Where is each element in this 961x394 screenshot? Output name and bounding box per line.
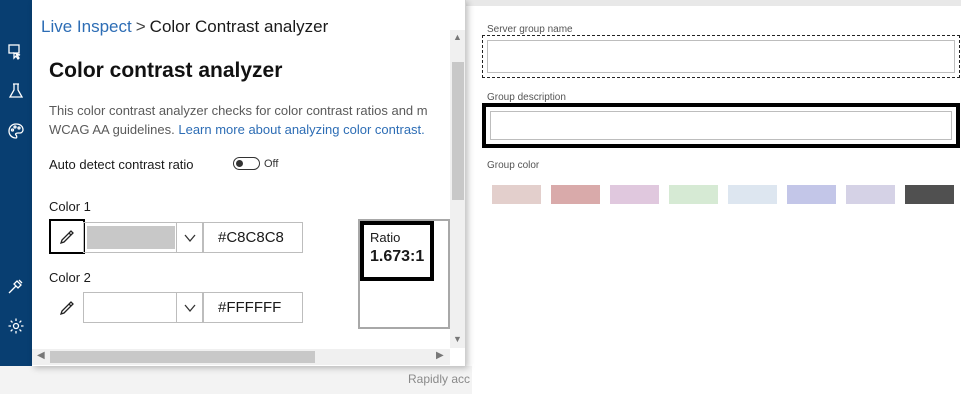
auto-detect-toggle[interactable] [233,157,260,170]
color1-label: Color 1 [49,199,91,214]
color2-preview [87,296,175,319]
background-top-strip [466,0,961,6]
ratio-label: Ratio [370,230,401,245]
server-group-name-label: Server group name [487,24,573,35]
learn-more-link[interactable]: Learn more about analyzing color contras… [178,122,424,137]
ratio-value: 1.673:1 [370,248,425,265]
color-swatch[interactable] [728,185,777,204]
description-text: This color contrast analyzer checks for … [49,101,449,139]
page-title: Color contrast analyzer [49,59,283,82]
icon-rail [0,0,32,366]
connect-plug-icon[interactable] [0,272,32,300]
color-swatch[interactable] [492,185,541,204]
live-inspect-icon[interactable] [0,38,32,66]
breadcrumb: Live Inspect > Color Contrast analyzer [41,17,328,37]
color1-hex-input[interactable]: #C8C8C8 [203,222,303,253]
horizontal-scrollbar[interactable]: ◀ ▶ [32,349,450,365]
eyedropper-icon [59,300,74,315]
description-line-1: This color contrast analyzer checks for … [49,103,428,118]
auto-detect-label: Auto detect contrast ratio [49,157,194,172]
color-swatch[interactable] [669,185,718,204]
group-color-label: Group color [487,160,540,171]
group-color-swatches [492,185,954,204]
color-swatch[interactable] [551,185,600,204]
chevron-down-icon [176,223,202,252]
color2-eyedropper-button[interactable] [49,290,85,325]
scroll-right-icon[interactable]: ▶ [436,350,444,361]
description-line-2: WCAG AA guidelines. Learn more about ana… [49,122,425,137]
color2-hex-input[interactable]: #FFFFFF [203,292,303,323]
color-swatch[interactable] [846,185,895,204]
breadcrumb-live-inspect-link[interactable]: Live Inspect [41,17,132,36]
scroll-up-icon[interactable]: ▲ [453,32,462,42]
color1-eyedropper-button[interactable] [49,219,85,254]
group-description-label: Group description [487,92,566,103]
vertical-scrollbar[interactable]: ▲ ▼ [450,30,465,348]
ratio-display: Ratio 1.673:1 [360,221,434,281]
toggle-knob [236,160,243,167]
color1-dropdown[interactable] [83,222,203,253]
color2-label: Color 2 [49,270,91,285]
background-bottom-area [0,366,472,394]
color-swatch[interactable] [905,185,954,204]
auto-detect-state: Off [264,158,279,170]
settings-gear-icon[interactable] [0,312,32,340]
color-swatch[interactable] [787,185,836,204]
scroll-down-icon[interactable]: ▼ [453,334,462,344]
color2-dropdown[interactable] [83,292,203,323]
color-swatch[interactable] [610,185,659,204]
breadcrumb-separator: > [135,17,146,36]
tests-flask-icon[interactable] [0,77,32,105]
eyedropper-icon [59,229,74,244]
chevron-down-icon [176,293,202,322]
horizontal-scroll-thumb[interactable] [50,351,315,363]
breadcrumb-current: Color Contrast analyzer [149,17,329,36]
server-group-name-input[interactable] [482,35,960,78]
scroll-left-icon[interactable]: ◀ [37,350,45,361]
group-description-input[interactable] [482,103,960,148]
color1-preview [87,226,175,249]
color-contrast-panel: Live Inspect > Color Contrast analyzer Col… [32,0,466,366]
vertical-scroll-thumb[interactable] [452,62,464,200]
ratio-preview-box: Ratio 1.673:1 [358,219,450,329]
background-footer-text: Rapidly acc [408,372,471,386]
color-palette-icon[interactable] [0,117,32,145]
